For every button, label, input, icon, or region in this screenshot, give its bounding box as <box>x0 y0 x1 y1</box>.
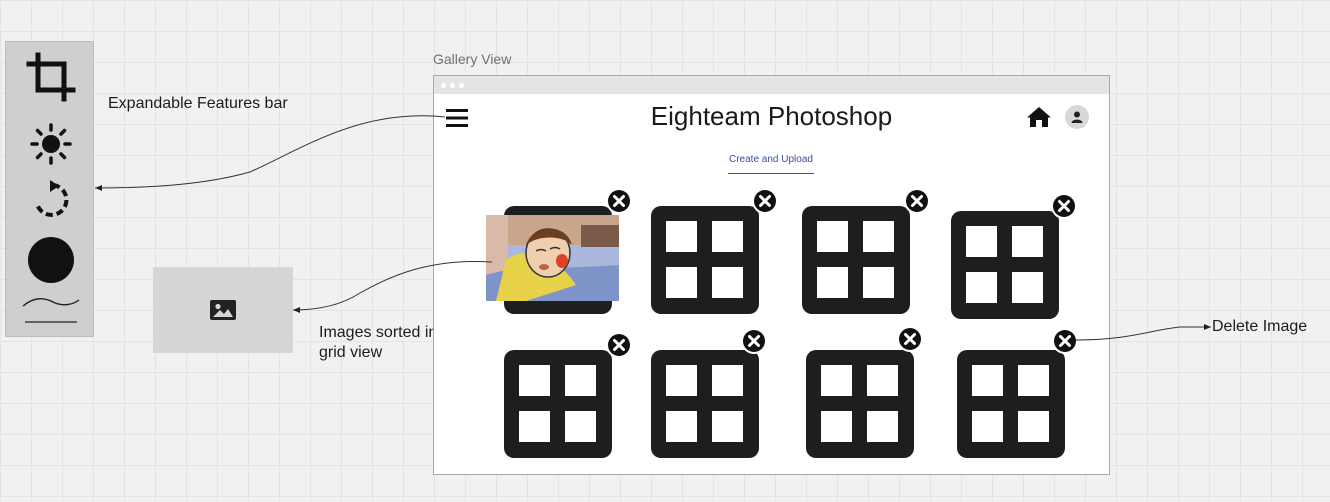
arrow-features <box>94 115 446 191</box>
arrow-images <box>292 260 493 313</box>
annotation-arrows <box>94 115 1211 341</box>
arrow-delete <box>1075 324 1211 341</box>
